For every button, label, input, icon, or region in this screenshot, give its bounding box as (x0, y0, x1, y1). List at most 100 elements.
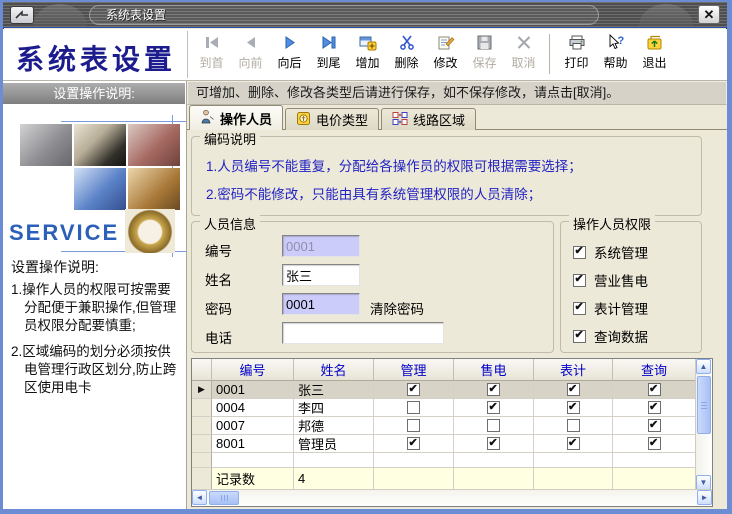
title-bar[interactable]: 系统表设置 ✕ (3, 2, 727, 28)
grid-checkbox[interactable] (407, 419, 420, 432)
grid-checkbox[interactable] (407, 383, 420, 396)
grid-checkbox[interactable] (648, 383, 661, 396)
toolbar-button-prev[interactable]: 向前 (232, 32, 269, 72)
grid-column-header[interactable]: 编号 (212, 359, 294, 381)
toolbar-button-next[interactable]: 向后 (271, 32, 308, 72)
window-title: 系统表设置 (89, 5, 599, 25)
permission-checkbox[interactable] (573, 330, 586, 343)
table-row[interactable]: 8001 管理员 (192, 435, 712, 453)
toolbar-button-label: 取消 (506, 54, 541, 71)
sidebar-instruction-2: 2.区域编码的划分必须按供电管理行政区划分,防止跨区使用电卡 (11, 343, 181, 398)
modify-note-icon (428, 34, 463, 53)
tab-label: 电价类型 (316, 110, 368, 129)
grid-checkbox[interactable] (407, 437, 420, 450)
grid-checkbox[interactable] (567, 419, 580, 432)
toolbar-button-cancel[interactable]: 取消 (505, 32, 542, 72)
cell-perm (613, 435, 696, 453)
tab-line-areas[interactable]: 线路区域 (381, 108, 476, 130)
permission-item: 查询数据 (573, 326, 648, 346)
tab-price-types[interactable]: 电价类型 (285, 108, 379, 130)
permission-label: 查询数据 (594, 326, 648, 346)
cell-perm (454, 399, 534, 417)
grid-footer-row: 记录数 4 (192, 468, 712, 490)
toolbar-button-modify[interactable]: 修改 (427, 32, 464, 72)
grid-checkbox[interactable] (487, 383, 500, 396)
permission-checkbox[interactable] (573, 302, 586, 315)
toolbar-button-first[interactable]: 到首 (193, 32, 230, 72)
scroll-right-icon[interactable]: ► (697, 490, 712, 505)
permission-checkbox[interactable] (573, 246, 586, 259)
scroll-up-icon[interactable]: ▲ (696, 359, 711, 374)
grid-column-header[interactable]: 表计 (534, 359, 613, 381)
cell-id: 0007 (212, 417, 294, 435)
app-window: 系统表设置 ✕ 系统表设置 到首 向前 (0, 0, 732, 514)
id-field[interactable] (282, 235, 360, 257)
grid-checkbox[interactable] (648, 437, 661, 450)
vertical-scroll-thumb[interactable] (697, 376, 711, 434)
toolbar-button-print[interactable]: 打印 (558, 32, 595, 72)
cell-perm (534, 399, 613, 417)
tab-label: 操作人员 (220, 109, 272, 128)
record-count-value: 4 (294, 468, 374, 490)
phone-field[interactable] (282, 322, 444, 344)
grid-checkbox[interactable] (567, 383, 580, 396)
coding-notes-group: 编码说明 1.人员编号不能重复，分配给各操作员的权限可根据需要选择； 2.密码不… (191, 136, 702, 216)
grid-column-header[interactable]: 查询 (613, 359, 696, 381)
grid-checkbox[interactable] (567, 437, 580, 450)
scroll-left-icon[interactable]: ◄ (192, 490, 207, 505)
price-type-icon (296, 111, 311, 129)
permissions-group: 操作人员权限 系统管理 营业售电 表计管理 查询数据 (560, 221, 702, 353)
grid-checkbox[interactable] (487, 401, 500, 414)
go-last-icon (311, 34, 346, 53)
toolbar-button-label: 打印 (559, 54, 594, 71)
grid-checkbox[interactable] (648, 419, 661, 432)
cell-perm (534, 381, 613, 399)
vertical-scrollbar[interactable]: ▲ ▼ (695, 359, 712, 490)
print-icon (559, 34, 594, 53)
toolbar-button-exit[interactable]: 退出 (636, 32, 673, 72)
cell-perm (454, 417, 534, 435)
tab-operators[interactable]: 操作人员 (189, 105, 283, 130)
table-row[interactable]: 0007 邦德 (192, 417, 712, 435)
cell-perm (613, 381, 696, 399)
sidebar-header: 设置操作说明: (3, 83, 185, 104)
phone-label: 电话 (205, 327, 232, 347)
scroll-down-icon[interactable]: ▼ (696, 475, 711, 490)
decorative-line (61, 121, 186, 122)
grid-column-header[interactable]: 姓名 (294, 359, 374, 381)
operator-person-icon (200, 109, 215, 127)
grid-column-header[interactable]: 售电 (454, 359, 534, 381)
table-row[interactable]: 0001 张三 (192, 381, 712, 399)
grid-checkbox[interactable] (407, 401, 420, 414)
save-floppy-icon (467, 34, 502, 53)
grid-checkbox[interactable] (648, 401, 661, 414)
name-field[interactable] (282, 264, 360, 286)
grid-checkbox[interactable] (487, 437, 500, 450)
exit-icon (637, 34, 672, 53)
toolbar-button-label: 退出 (637, 54, 672, 71)
clear-password-button[interactable]: 清除密码 (370, 298, 424, 318)
row-indicator (192, 399, 212, 417)
sidebar-instructions-title: 设置操作说明: (11, 257, 99, 277)
password-field[interactable] (282, 293, 360, 315)
cell-name: 邦德 (294, 417, 374, 435)
toolbar-button-last[interactable]: 到尾 (310, 32, 347, 72)
toolbar-button-label: 删除 (389, 54, 424, 71)
grid-checkbox[interactable] (567, 401, 580, 414)
cell-empty (534, 468, 613, 490)
toolbar-button-save[interactable]: 保存 (466, 32, 503, 72)
grid-checkbox[interactable] (487, 419, 500, 432)
service-collage-image (74, 124, 126, 166)
toolbar-button-delete[interactable]: 删除 (388, 32, 425, 72)
table-row[interactable]: 0004 李四 (192, 399, 712, 417)
permission-checkbox[interactable] (573, 274, 586, 287)
grid-column-header[interactable]: 管理 (374, 359, 454, 381)
coding-note-1: 1.人员编号不能重复，分配给各操作员的权限可根据需要选择； (206, 155, 582, 175)
toolbar-button-help[interactable]: ? 帮助 (597, 32, 634, 72)
delete-scissors-icon (389, 34, 424, 53)
close-button[interactable]: ✕ (698, 5, 720, 24)
horizontal-scroll-thumb[interactable] (209, 491, 239, 505)
header-bar: 系统表设置 到首 向前 向后 (3, 29, 727, 81)
horizontal-scrollbar[interactable]: ◄ ► (192, 489, 712, 506)
toolbar-button-add[interactable]: 增加 (349, 32, 386, 72)
